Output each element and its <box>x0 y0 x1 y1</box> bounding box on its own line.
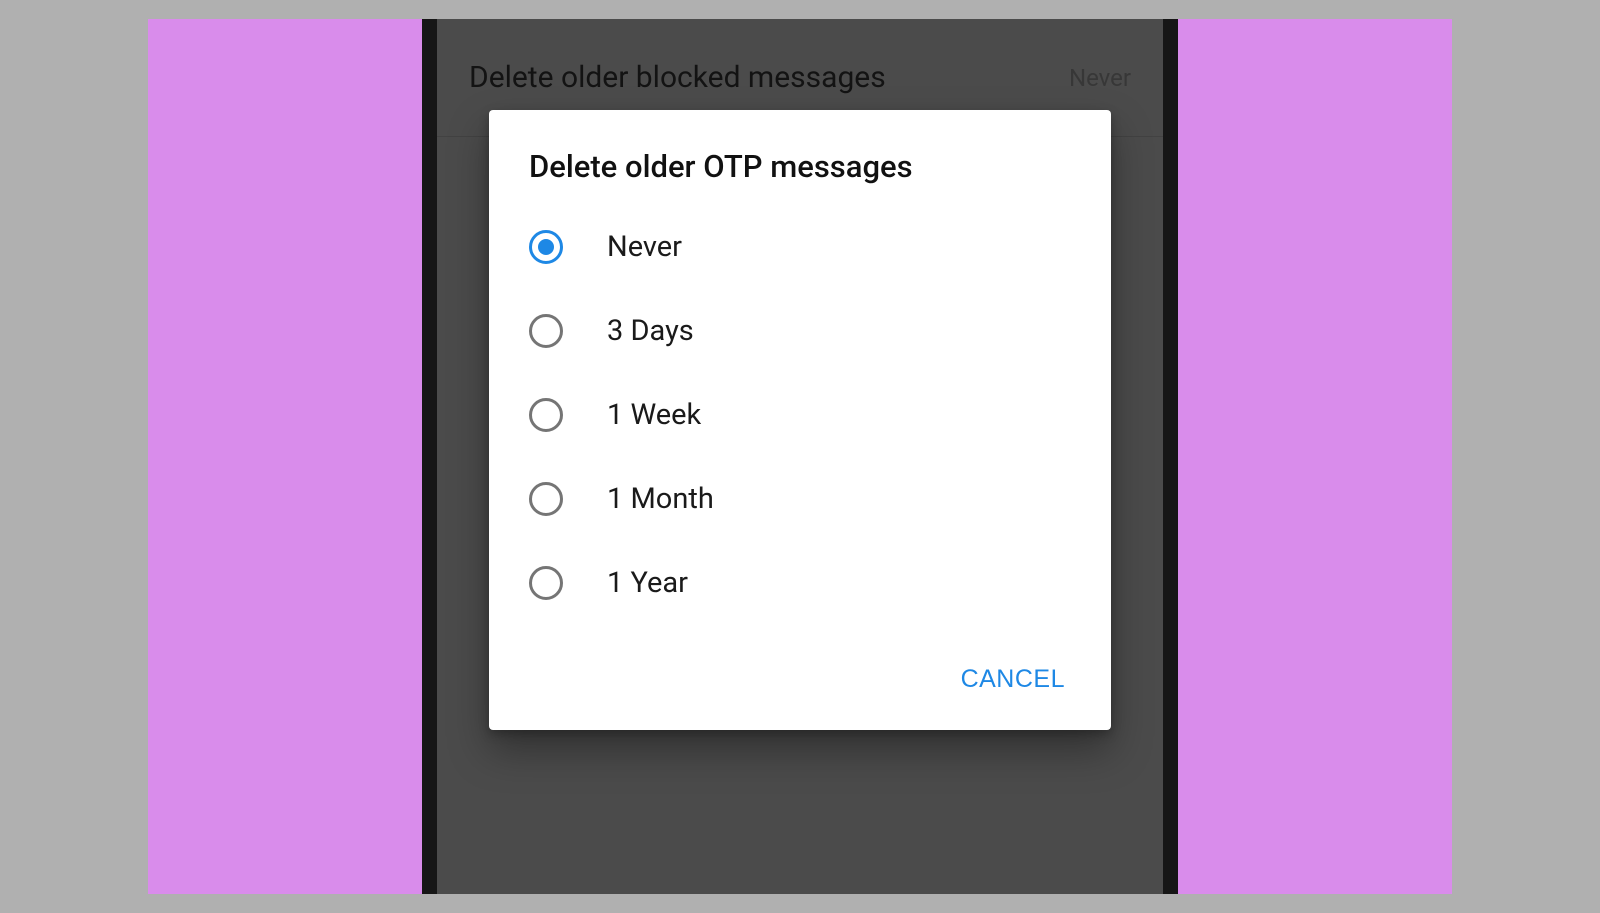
dialog-actions: CANCEL <box>489 637 1111 710</box>
outer-frame: Delete older blocked messages Never Dele… <box>0 0 1600 913</box>
option-label: 1 Week <box>607 398 701 432</box>
option-label: 1 Month <box>607 482 714 516</box>
dialog-title: Delete older OTP messages <box>489 148 1111 199</box>
radio-icon <box>529 314 563 348</box>
radio-icon <box>529 398 563 432</box>
radio-icon <box>529 482 563 516</box>
dialog-options: Never 3 Days 1 Week <box>489 199 1111 637</box>
purple-panel: Delete older blocked messages Never Dele… <box>148 19 1452 894</box>
delete-otp-dialog: Delete older OTP messages Never <box>489 110 1111 730</box>
radio-icon <box>529 566 563 600</box>
option-3-days[interactable]: 3 Days <box>489 289 1111 373</box>
option-1-week[interactable]: 1 Week <box>489 373 1111 457</box>
option-label: 1 Year <box>607 566 688 600</box>
option-label: 3 Days <box>607 314 694 348</box>
phone-screen: Delete older blocked messages Never Dele… <box>437 19 1163 894</box>
option-label: Never <box>607 230 682 264</box>
option-1-year[interactable]: 1 Year <box>489 541 1111 625</box>
option-1-month[interactable]: 1 Month <box>489 457 1111 541</box>
radio-icon <box>529 230 563 264</box>
option-never[interactable]: Never <box>489 205 1111 289</box>
cancel-button[interactable]: CANCEL <box>955 657 1071 702</box>
phone-frame: Delete older blocked messages Never Dele… <box>422 19 1178 894</box>
